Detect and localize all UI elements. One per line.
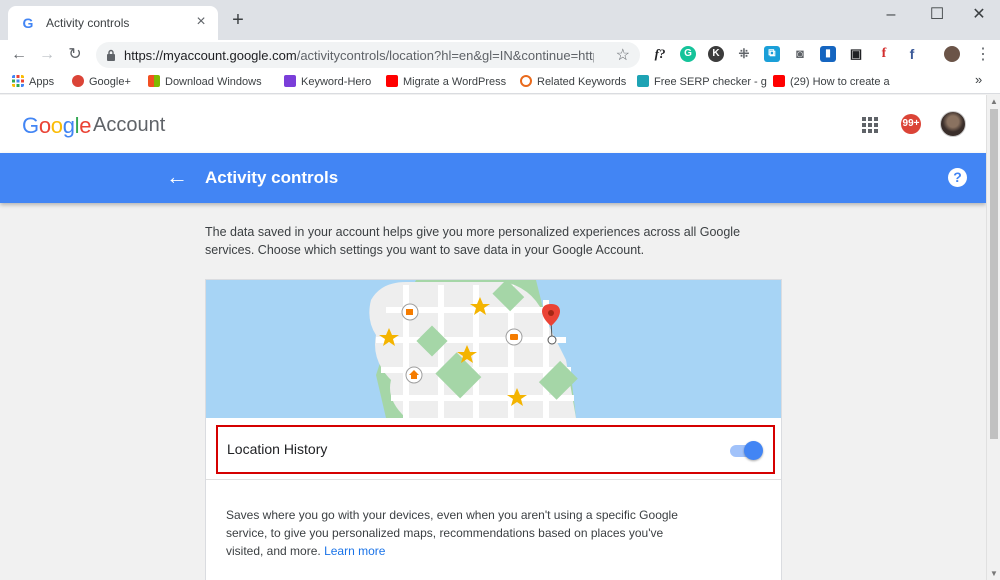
account-label: Account [93, 114, 166, 136]
intro-text: The data saved in your account helps giv… [205, 225, 741, 257]
bookmark-label: (29) How to create a [790, 76, 890, 88]
browser-toolbar: ← → ↻ https://myaccount.google.com/activ… [0, 40, 1000, 70]
bookmark-label: Keyword-Hero [301, 76, 372, 88]
lock-icon [107, 49, 115, 61]
page-title: Activity controls [205, 168, 339, 187]
bookmark-related-keywords[interactable]: Related Keywords [520, 75, 626, 88]
bookmark-download-windows[interactable]: Download Windows [148, 75, 262, 88]
youtube-icon [386, 75, 398, 87]
browser-tab[interactable]: G Activity controls × [8, 6, 218, 40]
scroll-up-icon[interactable]: ▲ [990, 97, 998, 106]
minimize-icon[interactable]: – [880, 4, 902, 26]
help-icon[interactable]: ? [948, 168, 967, 187]
tab-title: Activity controls [46, 16, 130, 30]
location-history-label: Location History [227, 441, 328, 457]
bookmark-how-to-create[interactable]: (29) How to create a [773, 75, 890, 88]
toggle-knob[interactable] [744, 441, 763, 460]
learn-more-link[interactable]: Learn more [324, 544, 385, 558]
back-icon[interactable]: ← [8, 44, 30, 66]
url-text: https://myaccount.google.com/activitycon… [124, 48, 594, 63]
bookmark-serp-checker[interactable]: Free SERP checker - g [637, 75, 767, 88]
description-text: Saves where you go with your devices, ev… [226, 508, 678, 558]
divider [206, 479, 781, 480]
notifications-badge[interactable]: 99+ [901, 114, 921, 134]
bookmark-label: Download Windows [165, 76, 262, 88]
facebook-extension-icon[interactable]: f [904, 46, 920, 62]
map-illustration [206, 280, 781, 418]
formula-extension-icon[interactable]: f? [652, 46, 668, 62]
reload-icon[interactable]: ↻ [64, 44, 86, 66]
google-apps-icon[interactable] [862, 117, 878, 133]
google-plus-icon [72, 75, 84, 87]
serp-checker-icon [637, 75, 649, 87]
scrollbar[interactable]: ▲ ▼ [986, 95, 1000, 580]
forward-icon[interactable]: → [36, 44, 58, 66]
keyword-hero-icon [284, 75, 296, 87]
bookmark-label: Free SERP checker - g [654, 76, 767, 88]
location-history-card: Location History Saves where you go with… [205, 279, 782, 580]
new-tab-icon[interactable]: + [228, 10, 248, 30]
scroll-down-icon[interactable]: ▼ [990, 569, 998, 578]
maximize-icon[interactable]: ☐ [926, 4, 948, 26]
windows-icon [148, 75, 160, 87]
title-bar: ← Activity controls ? [0, 153, 986, 203]
url-host: https://myaccount.google.com [124, 48, 297, 63]
screen-extension-icon[interactable]: ⧉ [764, 46, 780, 62]
bookmark-apps[interactable]: Apps [12, 75, 54, 88]
page-content: Google Account 99+ ← Activity controls ?… [0, 95, 986, 580]
bookmark-keyword-hero[interactable]: Keyword-Hero [284, 75, 371, 88]
k-extension-icon[interactable]: K [708, 46, 724, 62]
bookmark-star-icon[interactable]: ☆ [616, 45, 630, 65]
google-logo[interactable]: Google [22, 113, 91, 139]
bookmark-migrate-wordpress[interactable]: Migrate a WordPress [386, 75, 506, 88]
bookmark-label: Related Keywords [537, 76, 627, 88]
youtube-icon [773, 75, 785, 87]
tab-strip: G Activity controls × + – ☐ ✕ [0, 0, 1000, 40]
keyword-extension-icon[interactable]: ⁜ [736, 46, 752, 62]
close-tab-icon[interactable]: × [192, 13, 210, 31]
related-keywords-icon [520, 75, 532, 87]
profile-icon[interactable] [944, 46, 960, 62]
apps-grid-icon [12, 75, 24, 87]
scrollbar-thumb[interactable] [990, 109, 998, 439]
more-bookmarks-icon[interactable]: » [975, 72, 982, 87]
location-history-row[interactable]: Location History [216, 425, 775, 474]
bookmarks-bar: Apps Google+ Download Windows Keyword-He… [0, 70, 1000, 94]
avatar[interactable] [940, 111, 966, 137]
menu-dots-icon[interactable]: ⋮ [972, 44, 994, 66]
camera-extension-icon[interactable]: ◙ [792, 46, 808, 62]
back-arrow-icon[interactable]: ← [166, 166, 188, 188]
account-header: Google Account 99+ [0, 95, 986, 153]
bookmark-google-plus[interactable]: Google+ [72, 75, 131, 88]
url-path: /activitycontrols/location?hl=en&gl=IN&c… [296, 48, 594, 63]
address-bar[interactable]: https://myaccount.google.com/activitycon… [96, 42, 640, 68]
pip-extension-icon[interactable]: ▣ [848, 46, 864, 62]
google-favicon-icon: G [22, 15, 34, 31]
bookmark-label: Apps [29, 76, 55, 88]
location-history-description: Saves where you go with your devices, ev… [226, 506, 696, 560]
bookmark-label: Migrate a WordPress [403, 76, 507, 88]
bookmark-label: Google+ [89, 76, 131, 88]
stats-extension-icon[interactable]: ▮ [820, 46, 836, 62]
f-red-extension-icon[interactable]: f [876, 46, 892, 62]
close-window-icon[interactable]: ✕ [968, 4, 990, 26]
grammarly-extension-icon[interactable]: G [680, 46, 696, 62]
